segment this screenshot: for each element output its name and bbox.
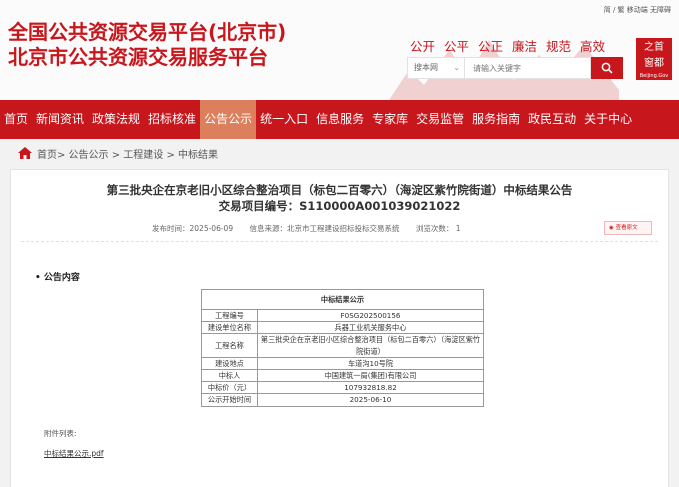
row-value: 107932818.82 [257,381,484,395]
slogan-4: 廉洁 [512,39,538,54]
search-icon [601,62,613,74]
row-label: 中标价（元） [201,381,258,395]
slogan-3: 公正 [478,39,504,54]
nav-policy[interactable]: 政策法规 [88,100,144,139]
info-source: 信息来源：北京市工程建设招标投标交易系统 [249,224,400,233]
site-title[interactable]: 全国公共资源交易平台(北京市) 北京市公共资源交易服务平台 [8,20,286,70]
row-value: 车道沟10号院 [257,356,484,371]
site-header: 简 / 繁 移动端 无障碍 全国公共资源交易平台(北京市) 北京市公共资源交易服… [0,0,679,100]
site-title-line1: 全国公共资源交易平台(北京市) [8,20,287,44]
search-scope-select[interactable]: 搜本网 ⌄ [407,57,465,79]
table-row: 公示开始时间 2025-06-10 [201,393,484,407]
slogan-5: 规范 [546,39,572,54]
row-label: 建设地点 [201,356,258,371]
slogans: 公开 公平 公正 廉洁 规范 高效 [410,36,610,55]
attachment-link[interactable]: 中标结果公示.pdf [44,448,104,459]
nav-expert-library[interactable]: 专家库 [368,100,412,139]
capital-window-logo[interactable]: 之首 窗都 Beijing.Gov [636,38,672,80]
eye-icon: ◉ [609,225,614,231]
nav-home[interactable]: 首页 [0,100,32,139]
nav-info-service[interactable]: 信息服务 [312,100,368,139]
divider [21,241,658,242]
slogan-6: 高效 [580,39,606,54]
breadcrumb: 首页> 公告公示 > 工程建设 > 中标结果 [18,144,218,162]
search-button[interactable] [591,57,623,79]
nav-interaction[interactable]: 政民互动 [524,100,580,139]
result-table: 中标结果公示 工程编号 F0SG202500156 建设单位名称 兵器工业机关服… [201,289,484,407]
logo-text-2: 窗都 [644,58,664,69]
breadcrumb-text[interactable]: 首页> 公告公示 > 工程建设 > 中标结果 [37,146,218,161]
top-links[interactable]: 简 / 繁 移动端 无障碍 [604,5,671,15]
row-value: F0SG202500156 [257,308,484,323]
row-label: 工程名称 [201,333,258,358]
logo-subtext: Beijing.Gov [639,73,669,79]
row-label: 公示开始时间 [201,393,258,407]
table-row: 工程名称 第三批央企在京老旧小区综合整治项目（标包二百零六）（海淀区紫竹院街道） [201,333,484,358]
article-card: 第三批央企在京老旧小区综合整治项目（标包二百零六）（海淀区紫竹院街道）中标结果公… [10,169,669,487]
table-row: 中标价（元） 107932818.82 [201,381,484,395]
search-bar: 搜本网 ⌄ [407,57,623,79]
nav-announcements[interactable]: 公告公示 [200,100,257,139]
article-code: 交易项目编号：S110000A001039021022 [218,199,461,213]
nav-news[interactable]: 新闻资讯 [32,100,88,139]
row-value: 兵器工业机关服务中心 [257,321,484,335]
view-original-label: 查看原文 [615,225,638,231]
article-title: 第三批央企在京老旧小区综合整治项目（标包二百零六）（海淀区紫竹院街道）中标结果公… [106,183,573,197]
row-value: 中国建筑一局(集团)有限公司 [257,369,484,383]
table-row: 中标人 中国建筑一局(集团)有限公司 [201,369,484,383]
publish-time: 发布时间：2025-06-09 [152,224,234,233]
row-label: 工程编号 [201,308,258,323]
row-label: 中标人 [201,369,258,383]
logo-text-1: 之首 [644,42,664,53]
attachment-label: 附件列表: [44,429,77,438]
nav-supervision[interactable]: 交易监管 [412,100,468,139]
search-scope-label: 搜本网 [414,63,438,72]
row-value: 2025-06-10 [257,393,484,407]
nav-about[interactable]: 关于中心 [580,100,636,139]
table-row: 建设地点 车道沟10号院 [201,356,484,371]
table-row: 建设单位名称 兵器工业机关服务中心 [201,321,484,335]
row-label: 建设单位名称 [201,321,258,335]
search-input[interactable] [465,57,591,79]
chevron-down-icon: ⌄ [453,63,460,72]
slogan-1: 公开 [410,39,436,54]
view-count: 浏览次数： 1 [415,224,461,233]
section-title: • 公告内容 [35,273,80,283]
table-header: 中标结果公示 [201,289,484,310]
view-original-button[interactable]: ◉ 查看原文 [604,221,652,235]
site-title-line2: 北京市公共资源交易服务平台 [8,45,268,69]
article-meta: 发布时间：2025-06-09 信息来源：北京市工程建设招标投标交易系统 浏览次… [152,223,475,234]
main-nav: 首页 新闻资讯 政策法规 招标核准 公告公示 统一入口 信息服务 专家库 交易监… [0,100,679,139]
nav-bidding-approval[interactable]: 招标核准 [144,100,200,139]
slogan-2: 公平 [444,39,470,54]
home-icon[interactable] [18,147,32,159]
table-header-row: 中标结果公示 [201,289,484,310]
nav-unified-entry[interactable]: 统一入口 [256,100,312,139]
nav-service-guide[interactable]: 服务指南 [468,100,524,139]
row-value: 第三批央企在京老旧小区综合整治项目（标包二百零六）（海淀区紫竹院街道） [257,333,484,358]
page: 简 / 繁 移动端 无障碍 全国公共资源交易平台(北京市) 北京市公共资源交易服… [0,0,679,487]
table-row: 工程编号 F0SG202500156 [201,308,484,323]
